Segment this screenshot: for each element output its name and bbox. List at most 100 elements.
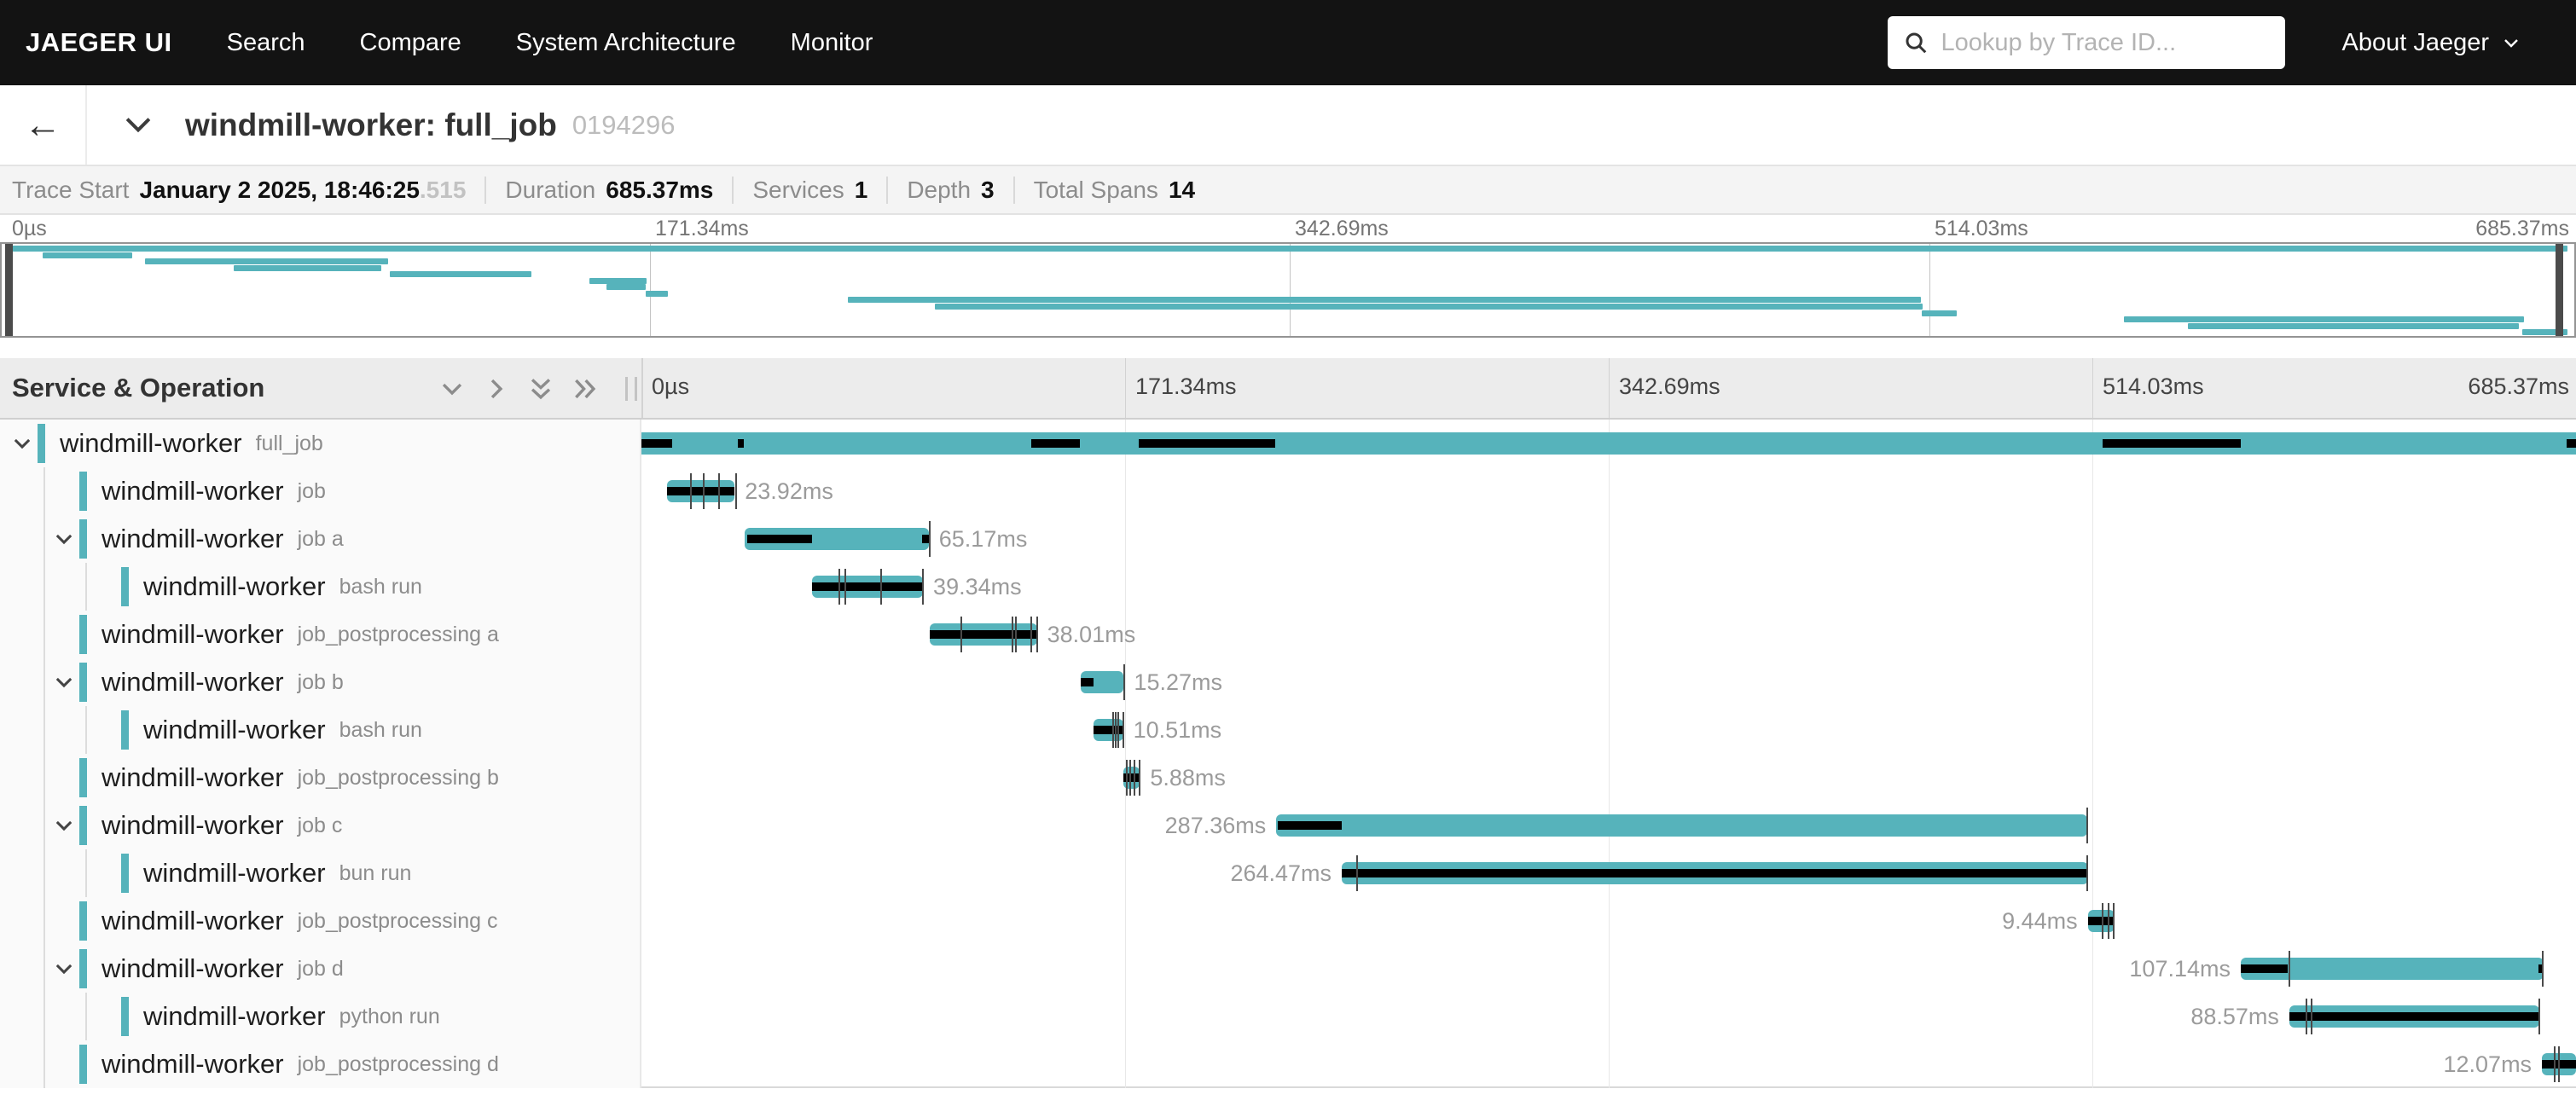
critical-path-segment (2567, 439, 2576, 448)
minimap-span-bar (848, 297, 1921, 303)
trace-start-ms: .515 (420, 177, 467, 204)
expand-one-button[interactable] (481, 374, 512, 404)
app-logo[interactable]: JAEGER UI (26, 27, 172, 58)
span-log-marker[interactable] (2538, 999, 2540, 1034)
span-log-marker[interactable] (929, 521, 931, 557)
span-log-marker[interactable] (735, 473, 737, 509)
span-row[interactable]: windmill-workerjob a65.17ms (0, 515, 2576, 563)
about-jaeger-menu[interactable]: About Jaeger (2341, 29, 2521, 57)
span-operation-name: python run (339, 1005, 440, 1029)
span-log-marker[interactable] (1112, 712, 1114, 748)
minimap-tick-label: 342.69ms (1295, 217, 1389, 241)
span-log-marker[interactable] (2542, 951, 2544, 987)
span-service-name: windmill-workerjob_postprocessing b (102, 754, 499, 802)
span-operation-name: job_postprocessing c (298, 909, 498, 934)
span-children-toggle[interactable] (52, 527, 76, 551)
span-log-marker[interactable] (880, 569, 882, 605)
timeline-tick-label: 685.37ms (2468, 374, 2569, 400)
span-log-marker[interactable] (1126, 760, 1128, 796)
span-log-marker[interactable] (2113, 903, 2115, 939)
span-log-marker[interactable] (2086, 855, 2088, 891)
nav-item-system-architecture[interactable]: System Architecture (516, 29, 736, 57)
duration-value: 685.37ms (606, 177, 713, 204)
span-log-marker[interactable] (2108, 903, 2109, 939)
span-row[interactable]: windmill-workerfull_job (0, 420, 2576, 467)
span-duration-label: 264.47ms (1230, 849, 1332, 897)
trace-collapse-toggle[interactable] (119, 106, 157, 148)
trace-start-label: Trace Start (12, 177, 129, 204)
span-log-marker[interactable] (1134, 760, 1135, 796)
span-row[interactable]: windmill-workerjob_postprocessing a38.01… (0, 611, 2576, 658)
minimap-right-scrubber[interactable] (2556, 244, 2563, 336)
span-row[interactable]: windmill-workerbun run264.47ms (0, 849, 2576, 897)
nav-item-compare[interactable]: Compare (360, 29, 461, 57)
span-row[interactable]: windmill-workerjob_postprocessing c9.44m… (0, 897, 2576, 945)
span-log-marker[interactable] (1030, 617, 1032, 652)
nav-item-monitor[interactable]: Monitor (791, 29, 873, 57)
span-row[interactable]: windmill-workerjob c287.36ms (0, 802, 2576, 849)
service-color-bar (79, 806, 87, 845)
collapse-one-button[interactable] (437, 374, 467, 404)
span-log-marker[interactable] (1139, 760, 1140, 796)
span-log-marker[interactable] (844, 569, 846, 605)
span-children-toggle[interactable] (52, 670, 76, 694)
span-row[interactable]: windmill-workerjob23.92ms (0, 467, 2576, 515)
back-button[interactable]: ← (0, 85, 87, 165)
span-log-marker[interactable] (1356, 855, 1358, 891)
span-log-marker[interactable] (2311, 999, 2312, 1034)
span-row[interactable]: windmill-workerjob b15.27ms (0, 658, 2576, 706)
nav-item-search[interactable]: Search (227, 29, 305, 57)
double-chevron-right-icon (571, 374, 600, 403)
span-row[interactable]: windmill-workerpython run88.57ms (0, 993, 2576, 1040)
span-children-toggle[interactable] (52, 814, 76, 837)
expand-all-button[interactable] (570, 374, 600, 404)
span-log-marker[interactable] (690, 473, 692, 509)
span-row[interactable]: windmill-workerjob_postprocessing d12.07… (0, 1040, 2576, 1088)
span-log-marker[interactable] (922, 569, 924, 605)
span-log-marker[interactable] (2086, 808, 2088, 843)
span-log-marker[interactable] (2558, 1046, 2560, 1082)
span-service-name: windmill-workerjob_postprocessing d (102, 1040, 499, 1088)
header-gridline (1609, 358, 1610, 418)
span-duration-label: 23.92ms (745, 467, 833, 515)
span-log-marker[interactable] (2306, 999, 2307, 1034)
span-duration-bar[interactable] (641, 432, 2576, 455)
span-log-marker[interactable] (1036, 617, 1038, 652)
span-log-marker[interactable] (2554, 1046, 2556, 1082)
column-resizer-handle[interactable] (625, 377, 637, 401)
collapse-all-button[interactable] (525, 374, 556, 404)
span-log-marker[interactable] (1129, 760, 1131, 796)
header-gridline (2092, 358, 2093, 418)
span-log-marker[interactable] (1123, 664, 1125, 700)
span-duration-bar[interactable] (1276, 814, 2087, 837)
span-row[interactable]: windmill-workerjob d107.14ms (0, 945, 2576, 993)
timeline-tick-label: 342.69ms (1619, 374, 1720, 400)
span-log-marker[interactable] (1115, 712, 1117, 748)
critical-path-segment (747, 535, 812, 543)
span-operation-name: job c (298, 814, 343, 838)
span-row[interactable]: windmill-workerbash run39.34ms (0, 563, 2576, 611)
span-log-marker[interactable] (2102, 903, 2103, 939)
span-log-marker[interactable] (718, 473, 720, 509)
span-log-marker[interactable] (1123, 712, 1124, 748)
span-operation-name: full_job (256, 431, 323, 456)
trace-id-lookup-input[interactable]: Lookup by Trace ID... (1888, 16, 2285, 69)
span-log-marker[interactable] (1015, 617, 1017, 652)
span-log-marker[interactable] (960, 617, 962, 652)
span-duration-label: 107.14ms (2129, 945, 2231, 993)
span-children-toggle[interactable] (10, 431, 34, 455)
minimap-span-bar (935, 304, 1923, 310)
trace-minimap[interactable] (0, 242, 2576, 338)
span-log-marker[interactable] (2289, 951, 2290, 987)
minimap-gridline (1290, 244, 1291, 336)
depth-value: 3 (981, 177, 995, 204)
span-children-toggle[interactable] (52, 957, 76, 981)
span-log-marker[interactable] (1012, 617, 1013, 652)
timeline-tick-label: 514.03ms (2103, 374, 2204, 400)
span-log-marker[interactable] (838, 569, 840, 605)
span-log-marker[interactable] (703, 473, 705, 509)
span-log-marker[interactable] (1117, 712, 1119, 748)
minimap-left-scrubber[interactable] (5, 244, 13, 336)
span-row[interactable]: windmill-workerbash run10.51ms (0, 706, 2576, 754)
span-row[interactable]: windmill-workerjob_postprocessing b5.88m… (0, 754, 2576, 802)
